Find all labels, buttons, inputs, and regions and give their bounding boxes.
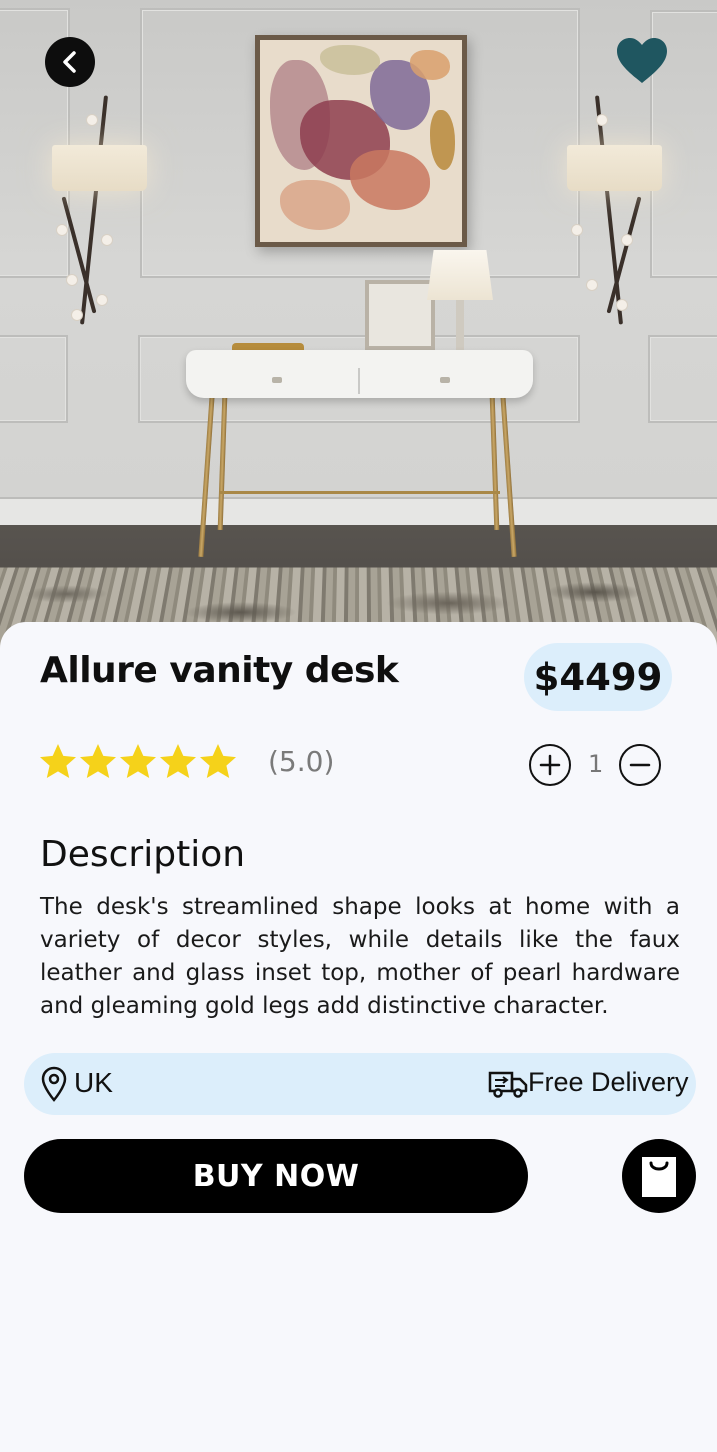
increase-quantity-button[interactable] <box>529 744 571 786</box>
plus-icon <box>539 754 561 776</box>
star-icon <box>40 744 76 778</box>
decrease-quantity-button[interactable] <box>619 744 661 786</box>
favorite-button[interactable] <box>614 35 670 87</box>
buy-now-button[interactable]: BUY NOW <box>24 1139 528 1213</box>
product-detail-screen: Allure vanity desk $4499 (5.0) 1 Descrip… <box>0 0 717 1452</box>
buy-now-label: BUY NOW <box>192 1158 360 1194</box>
delivery-text: Free Delivery <box>528 1067 689 1097</box>
minus-icon <box>629 763 651 767</box>
quantity-value: 1 <box>588 750 604 778</box>
description-text: The desk's streamlined shape looks at ho… <box>40 894 680 1019</box>
heart-icon <box>617 38 667 83</box>
description-heading: Description <box>40 834 246 875</box>
star-icon <box>80 744 116 778</box>
map-pin-icon <box>41 1066 67 1102</box>
star-icon <box>160 744 196 778</box>
star-rating <box>38 742 238 782</box>
star-icon <box>120 744 156 778</box>
star-icon <box>200 744 236 778</box>
product-image <box>0 0 717 660</box>
rating-value: (5.0) <box>268 745 335 778</box>
shopping-bag-icon <box>642 1157 676 1197</box>
back-button[interactable] <box>45 37 95 87</box>
chevron-left-icon <box>63 51 76 73</box>
price-badge: $4499 <box>524 643 672 711</box>
truck-icon <box>488 1071 528 1098</box>
product-title: Allure vanity desk <box>40 650 399 691</box>
location-text: UK <box>74 1067 113 1098</box>
product-price: $4499 <box>533 655 663 699</box>
add-to-cart-button[interactable] <box>622 1139 696 1213</box>
